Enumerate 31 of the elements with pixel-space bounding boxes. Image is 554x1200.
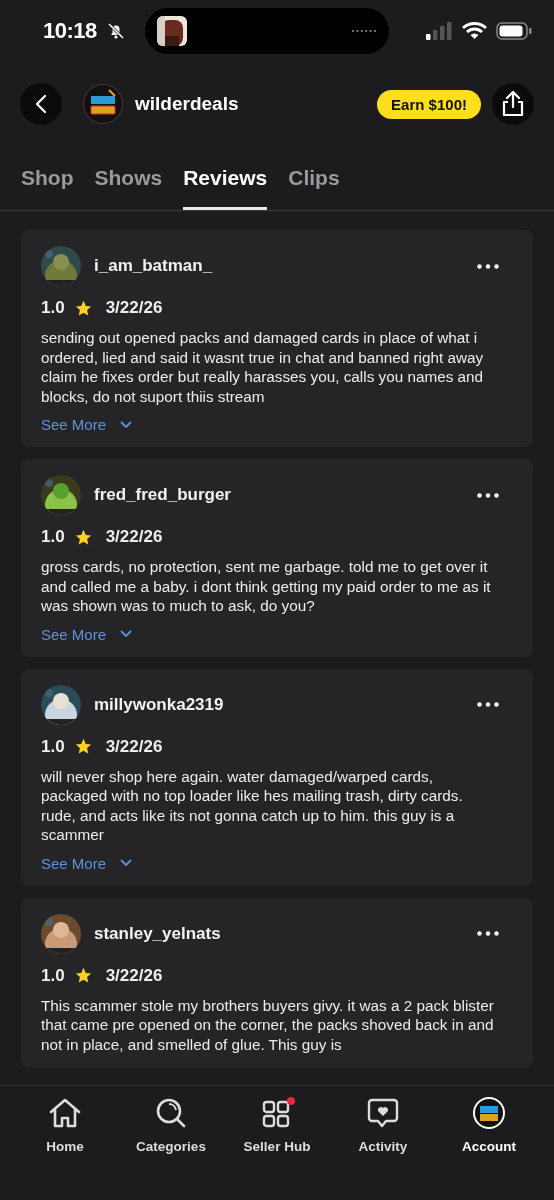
see-more-link[interactable]: See More [41, 625, 133, 643]
review-text: sending out opened packs and damaged cards in place of what i ordered, lied and said it wasnt true in chat and banned right away claim he fixes order but really harasses you, calls you names and blocks, do not suport thiis stream [41, 328, 485, 406]
reviewer-name: fred_fred_burger [94, 485, 231, 505]
tab[interactable]: Shows [94, 146, 163, 210]
reviewer-name: millywonka2319 [94, 694, 224, 715]
review-date: 3/22/26 [105, 527, 163, 547]
tab[interactable]: Reviews [183, 146, 268, 210]
shop-name: wilderdeals [135, 93, 239, 115]
see-more-link[interactable]: See More [41, 416, 133, 433]
see-more-link[interactable]: See More [41, 854, 133, 872]
review-text: This scammer stole my brothers buyers givy. it was a 2 pack blister that came pre opened on the corner, the packs shoved back in and not in place, and smelled of glue. This guy is [41, 995, 495, 1054]
rating-value: 1.0 [41, 298, 65, 318]
review-date: 3/22/26 [105, 736, 163, 757]
review-date: 3/22/26 [105, 298, 163, 318]
rating-value: 1.0 [41, 965, 65, 986]
tab[interactable]: Clips [288, 146, 340, 210]
nav-tab[interactable]: Seller Hub [229, 1096, 325, 1154]
nav-tab[interactable]: Activity [335, 1096, 431, 1154]
review-text: will never shop here again. water damaged/warped cards, packaged with no top loader like hes mailing trash, dirty cards. rude, and acts like its not gonna catch up to him. this guy is a scammer [41, 766, 464, 845]
reviewer-name: i_am_batman_ [94, 256, 213, 276]
clock-time: 10:18 [43, 18, 97, 44]
rating-value: 1.0 [41, 527, 65, 547]
nav-tab[interactable]: Home [17, 1096, 113, 1154]
nav-tab[interactable]: Categories [123, 1096, 219, 1154]
earn-button[interactable]: Earn $100! [377, 89, 481, 119]
review-date: 3/22/26 [105, 965, 163, 986]
rating-value: 1.0 [41, 736, 65, 757]
tab[interactable]: Shop [21, 146, 74, 210]
reviewer-name: stanley_yelnats [94, 923, 221, 944]
nav-tab[interactable]: Account [441, 1096, 537, 1154]
review-text: gross cards, no protection, sent me garbage. told me to get over it and called me a baby. i dont think getting my paid order to me as it was shown was to much to ask, do you? [41, 557, 492, 616]
